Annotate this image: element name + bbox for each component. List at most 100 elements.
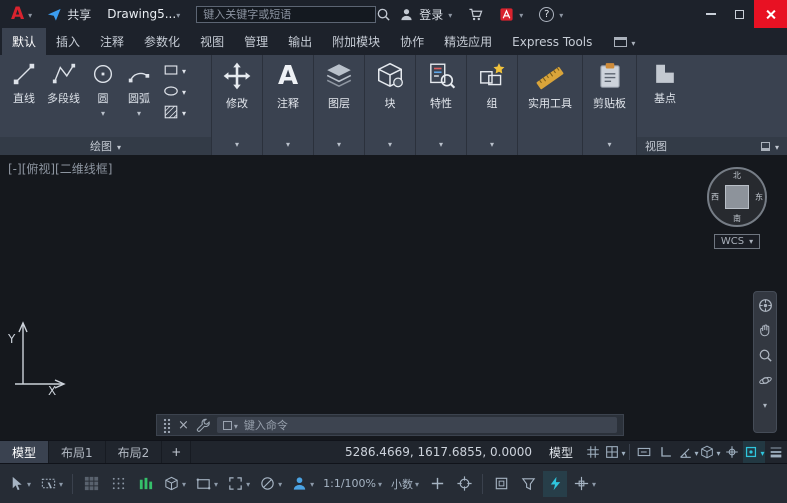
3d-object-snap-button[interactable] (192, 471, 221, 497)
circle-tool[interactable]: 圆 (85, 60, 121, 137)
pan-hand-icon[interactable] (758, 323, 773, 338)
store-button[interactable] (460, 0, 491, 28)
viewcube-compass[interactable]: 北 南 西 东 (707, 167, 767, 227)
panel-block[interactable]: 块 (365, 55, 416, 155)
base-point-tool[interactable]: 基点 (647, 60, 683, 137)
window-selection-button[interactable] (37, 471, 66, 497)
share-button[interactable]: 共享 (39, 0, 99, 28)
draw-panel-footer[interactable]: 绘图 (0, 137, 211, 155)
selection-cycling-button[interactable] (133, 471, 157, 497)
orbit-icon[interactable] (758, 373, 773, 388)
isometric-drafting-toggle[interactable] (699, 441, 721, 463)
tab-add-ins[interactable]: 附加模块 (322, 28, 390, 55)
quick-properties-button[interactable] (425, 471, 449, 497)
isolate-objects-button[interactable] (516, 471, 540, 497)
tab-annotate[interactable]: 注释 (90, 28, 134, 55)
arc-tool[interactable]: 圆弧 (121, 60, 157, 137)
signin-button[interactable]: 登录 (391, 0, 460, 28)
rectangle-tool[interactable] (163, 62, 186, 78)
tab-featured-apps[interactable]: 精选应用 (434, 28, 502, 55)
hatch-tool[interactable] (163, 104, 186, 120)
application-menu-button[interactable]: A (4, 0, 39, 28)
compass-east-label[interactable]: 东 (755, 192, 763, 203)
tab-output[interactable]: 输出 (278, 28, 322, 55)
dynamic-ucs-button[interactable] (224, 471, 253, 497)
document-menu-caret-icon[interactable] (176, 8, 180, 20)
panel-layers[interactable]: 图层 (314, 55, 365, 155)
layout-tab-model[interactable]: 模型 (0, 441, 50, 463)
visual-style-button[interactable] (160, 471, 189, 497)
object-snap-toggle[interactable] (743, 441, 765, 463)
panel-utilities[interactable]: 实用工具 (518, 55, 583, 155)
tab-insert[interactable]: 插入 (46, 28, 90, 55)
layout-tab-layout2[interactable]: 布局2 (106, 441, 163, 463)
navbar-caret-icon[interactable] (763, 398, 767, 410)
polyline-tool[interactable]: 多段线 (42, 60, 85, 137)
tab-parametric[interactable]: 参数化 (134, 28, 190, 55)
compass-west-label[interactable]: 西 (711, 192, 719, 203)
panel-annotate[interactable]: 注释 (263, 55, 314, 155)
zoom-icon[interactable] (758, 348, 773, 363)
panel-clipboard[interactable]: 剪贴板 (583, 55, 637, 155)
hardware-acceleration-button[interactable] (543, 470, 567, 497)
command-customize-wrench-icon[interactable] (196, 418, 210, 432)
selection-modes-button[interactable] (5, 471, 34, 497)
annotation-visibility-button[interactable] (288, 471, 317, 497)
line-tool[interactable]: 直线 (6, 60, 42, 137)
annotation-scale-button[interactable]: 1:1/100% (320, 471, 385, 497)
tab-home[interactable]: 默认 (2, 28, 47, 55)
search-icon[interactable] (376, 7, 391, 22)
ellipse-tool[interactable] (163, 83, 186, 99)
cursor-icon (12, 476, 22, 491)
viewcube-face[interactable] (725, 185, 749, 209)
command-flyout-button[interactable] (222, 420, 238, 431)
command-grip-icon[interactable] (163, 417, 171, 433)
dynamic-input-toggle[interactable] (633, 441, 655, 463)
crosshair-flyout-button[interactable] (570, 471, 599, 497)
lineweight-toggle[interactable] (765, 441, 787, 463)
object-snap-tracking-toggle[interactable] (721, 441, 743, 463)
polar-tracking-toggle[interactable] (677, 441, 699, 463)
lock-ui-button[interactable] (489, 471, 513, 497)
compass-north-label[interactable]: 北 (733, 170, 741, 181)
compass-south-label[interactable]: 南 (733, 213, 741, 224)
grid-display-toggle[interactable] (582, 441, 604, 463)
close-button[interactable] (754, 0, 787, 28)
view-panel-caret-icon[interactable] (775, 141, 779, 152)
ribbon-display-toggle[interactable] (614, 28, 635, 55)
panel-group[interactable]: 组 (467, 55, 518, 155)
grid-matrix-button[interactable] (79, 471, 103, 497)
visual-style-caret-icon (182, 478, 186, 489)
command-close-icon[interactable] (178, 419, 189, 432)
tab-view[interactable]: 视图 (190, 28, 234, 55)
panel-modify[interactable]: 修改 (212, 55, 263, 155)
search-input[interactable] (196, 5, 377, 23)
model-space-toggle[interactable]: 模型 (540, 441, 582, 463)
panel-dialog-launcher-icon[interactable] (760, 141, 770, 151)
tab-manage[interactable]: 管理 (234, 28, 278, 55)
app-store-button[interactable] (491, 0, 531, 28)
ortho-mode-toggle[interactable] (655, 441, 677, 463)
help-button[interactable]: ? (531, 0, 571, 28)
viewport-controls[interactable]: [-][俯视][二维线框] (8, 160, 112, 177)
arc-flyout-caret-icon[interactable] (137, 107, 141, 118)
layout-tab-layout1[interactable]: 布局1 (49, 441, 106, 463)
command-input[interactable]: 键入命令 (216, 417, 617, 433)
tab-collaborate[interactable]: 协作 (390, 28, 434, 55)
navigation-wheel-icon[interactable] (758, 298, 773, 313)
maximize-button[interactable] (725, 0, 754, 28)
snap-mode-toggle[interactable] (604, 441, 626, 463)
tab-express-tools[interactable]: Express Tools (502, 28, 602, 55)
units-button[interactable]: 小数 (388, 471, 422, 497)
panel-properties[interactable]: 特性 (416, 55, 467, 155)
circle-flyout-caret-icon[interactable] (101, 107, 105, 118)
snap-dots-button[interactable] (106, 471, 130, 497)
target-button[interactable] (452, 471, 476, 497)
view-panel-footer[interactable]: 视图 (637, 137, 787, 155)
new-layout-button[interactable]: + (162, 441, 192, 463)
minimize-button[interactable] (696, 0, 725, 28)
wcs-menu[interactable]: WCS (713, 234, 761, 249)
annotation-monitor-button[interactable] (256, 471, 285, 497)
drawing-area[interactable]: [-][俯视][二维线框] 北 南 西 东 WCS Y X (0, 155, 787, 440)
command-line[interactable]: 键入命令 (156, 414, 624, 436)
